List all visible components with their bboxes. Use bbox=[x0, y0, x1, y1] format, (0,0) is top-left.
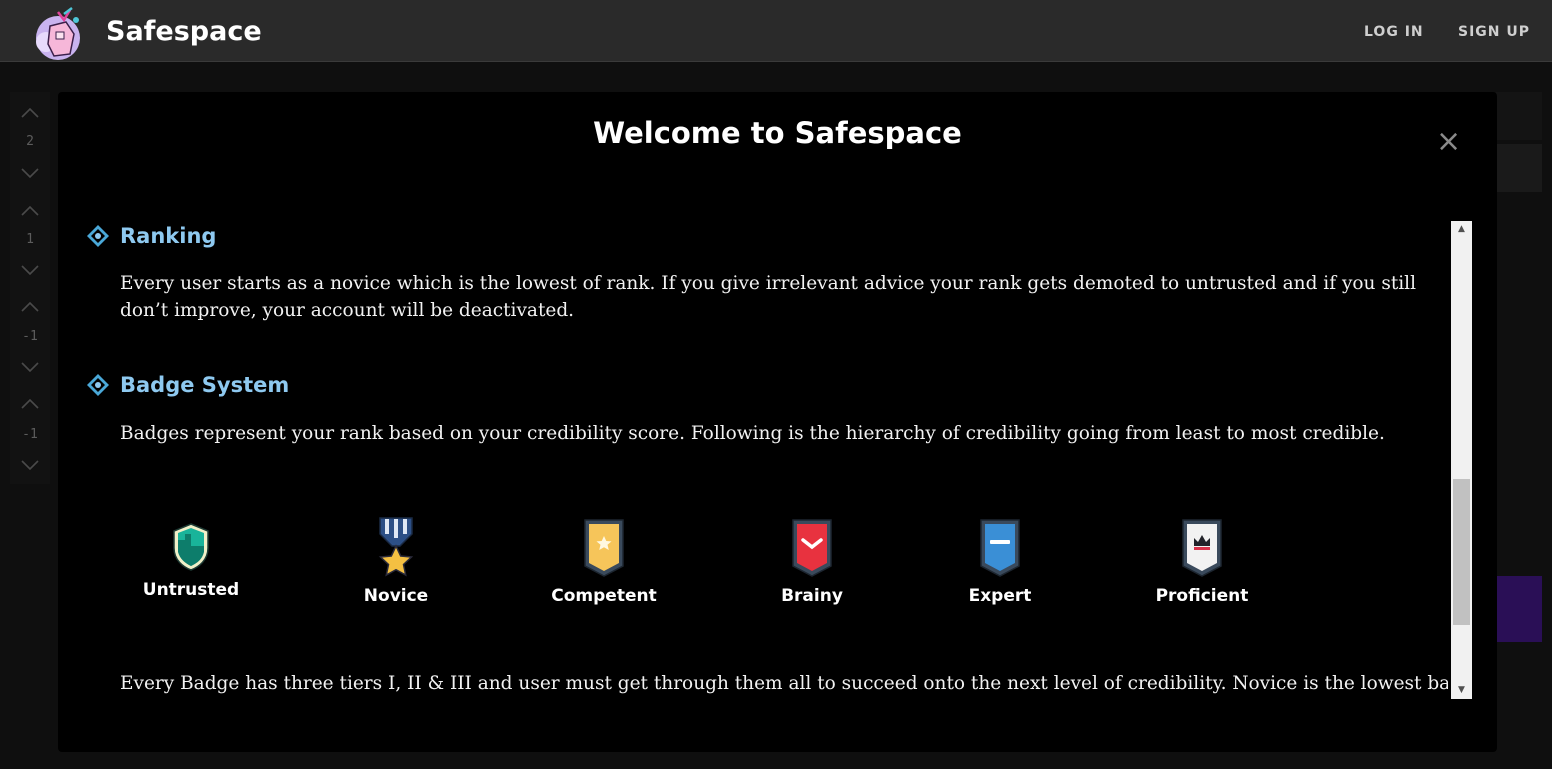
badge-brainy: Brainy bbox=[737, 516, 887, 606]
diamond-bullet-icon bbox=[87, 225, 109, 247]
competent-banner-icon bbox=[584, 519, 624, 577]
scroll-thumb[interactable] bbox=[1453, 479, 1470, 625]
untrusted-shield-icon bbox=[173, 523, 209, 571]
upvote-icon[interactable] bbox=[21, 204, 39, 218]
scroll-down-arrow-icon[interactable]: ▼ bbox=[1451, 682, 1472, 699]
badge-proficient: Proficient bbox=[1127, 516, 1277, 606]
badge-label: Competent bbox=[551, 586, 657, 606]
background-card bbox=[1496, 92, 1542, 140]
signup-link[interactable]: SIGN UP bbox=[1458, 24, 1530, 40]
vote-count: -1 bbox=[22, 329, 38, 344]
proficient-banner-icon bbox=[1182, 519, 1222, 577]
badge-system-paragraph: Badges represent your rank based on your… bbox=[120, 423, 1385, 444]
badge-untrusted: Untrusted bbox=[116, 522, 266, 600]
section-heading-text: Ranking bbox=[120, 224, 217, 248]
downvote-icon[interactable] bbox=[21, 263, 39, 277]
scroll-up-arrow-icon[interactable]: ▲ bbox=[1451, 221, 1472, 238]
vote-count: 1 bbox=[26, 232, 34, 247]
modal-scroll-content[interactable]: Ranking Every user starts as a novice wh… bbox=[58, 220, 1448, 700]
expert-banner-icon bbox=[980, 519, 1020, 577]
ranking-paragraph: Every user starts as a novice which is t… bbox=[120, 273, 1417, 321]
upvote-icon[interactable] bbox=[21, 300, 39, 314]
safespace-logo-icon[interactable] bbox=[28, 4, 94, 60]
modal-title: Welcome to Safespace bbox=[593, 116, 962, 150]
downvote-icon[interactable] bbox=[21, 166, 39, 180]
top-navbar: Safespace LOG IN SIGN UP bbox=[0, 0, 1552, 62]
section-heading-badge-system: Badge System bbox=[86, 373, 289, 397]
downvote-icon[interactable] bbox=[21, 360, 39, 374]
downvote-icon[interactable] bbox=[21, 458, 39, 472]
novice-medal-icon bbox=[378, 517, 414, 577]
badge-label: Untrusted bbox=[142, 580, 240, 600]
badge-label: Expert bbox=[968, 586, 1032, 606]
close-button[interactable]: × bbox=[1436, 127, 1461, 157]
badge-label: Brainy bbox=[781, 586, 843, 606]
badge-competent: Competent bbox=[529, 516, 679, 606]
brainy-banner-icon bbox=[792, 519, 832, 577]
badge-novice: Novice bbox=[321, 516, 471, 606]
background-card bbox=[1496, 144, 1542, 192]
upvote-icon[interactable] bbox=[21, 397, 39, 411]
badge-expert: Expert bbox=[925, 516, 1075, 606]
upvote-icon[interactable] bbox=[21, 106, 39, 120]
section-heading-text: Badge System bbox=[120, 373, 290, 397]
login-link[interactable]: LOG IN bbox=[1364, 24, 1424, 40]
background-vote-column: 2 1 -1 -1 bbox=[10, 92, 50, 484]
vote-count: -1 bbox=[22, 427, 38, 442]
brand-name[interactable]: Safespace bbox=[106, 16, 262, 47]
badge-label: Novice bbox=[363, 586, 429, 606]
badge-label: Proficient bbox=[1155, 586, 1249, 606]
vote-count: 2 bbox=[26, 134, 34, 149]
section-heading-ranking: Ranking bbox=[86, 224, 216, 248]
diamond-bullet-icon bbox=[87, 374, 109, 396]
badge-tiers-paragraph: Every Badge has three tiers I, II & III … bbox=[120, 673, 1448, 694]
modal-scrollbar[interactable]: ▲ ▼ bbox=[1451, 221, 1472, 699]
welcome-modal: Welcome to Safespace × Ranking Every use… bbox=[58, 92, 1497, 752]
background-purple-button bbox=[1496, 576, 1542, 642]
